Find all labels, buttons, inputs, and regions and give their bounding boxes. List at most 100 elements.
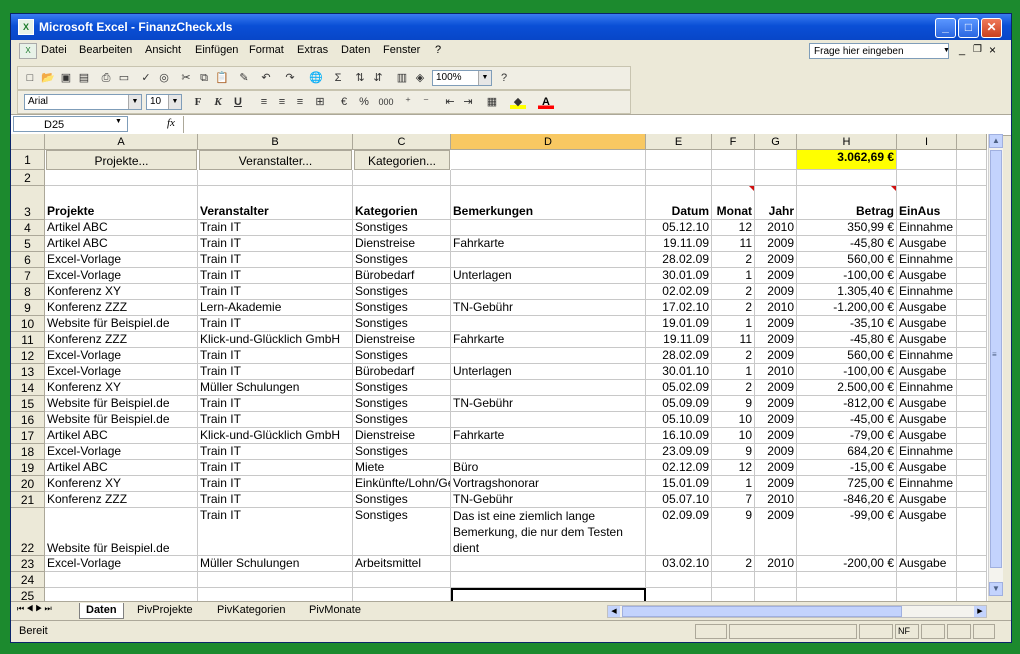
cell-g[interactable]: 2009 [755,268,797,284]
cell-f[interactable]: 12 [712,220,755,236]
cell-c[interactable]: Dienstreise [353,428,451,444]
cell-d[interactable] [451,412,646,428]
cell-i[interactable]: Ausgabe [897,396,957,412]
cell-h[interactable]: 350,99 € [797,220,897,236]
row-header-7[interactable]: 7 [11,268,45,284]
spreadsheet-grid[interactable]: A B C D E F G H I 1 3.062,69 €2 3 Projekte Veranstalt… [11,134,988,606]
veranstalter-button[interactable]: Veranstalter... [199,150,352,170]
cell-h[interactable]: -100,00 € [797,268,897,284]
cell-f[interactable]: 2 [712,556,755,572]
cell-b[interactable]: Train IT [198,252,353,268]
cell-f[interactable]: 1 [712,316,755,332]
cell-c[interactable]: Sonstiges [353,380,451,396]
cell-h[interactable]: 725,00 € [797,476,897,492]
cell-c[interactable]: Arbeitsmittel [353,556,451,572]
cell-d[interactable]: TN-Gebühr [451,492,646,508]
cell[interactable] [957,364,987,380]
cell-i[interactable]: Einnahme [897,348,957,364]
cell-g[interactable]: 2009 [755,236,797,252]
projekte-button[interactable]: Projekte... [46,150,197,170]
cell-f[interactable]: 11 [712,236,755,252]
cell-a[interactable]: Konferenz ZZZ [45,492,198,508]
row-header-20[interactable]: 20 [11,476,45,492]
row-header-24[interactable]: 24 [11,572,45,588]
cell-d[interactable]: Fahrkarte [451,428,646,444]
drawing-icon[interactable]: ◈ [412,71,428,85]
cell[interactable] [957,220,987,236]
cell-i[interactable]: Ausgabe [897,412,957,428]
cell-e[interactable]: 28.02.09 [646,252,712,268]
cell-e[interactable]: 19.01.09 [646,316,712,332]
cell-c[interactable]: Sonstiges [353,348,451,364]
cell[interactable] [957,556,987,572]
cell[interactable] [897,170,957,186]
cell-d[interactable] [451,348,646,364]
decrease-decimal-icon[interactable]: ⁻ [418,95,434,109]
tab-daten[interactable]: Daten [79,603,124,619]
kategorien-button[interactable]: Kategorien... [354,150,450,170]
header-cell[interactable]: EinAus [897,186,957,220]
cell-e[interactable]: 05.09.09 [646,396,712,412]
cell[interactable] [45,170,198,186]
row-header-22[interactable]: 22 [11,508,45,556]
cell-f[interactable]: 1 [712,476,755,492]
cell-d[interactable]: Fahrkarte [451,236,646,252]
cell-g[interactable]: 2009 [755,428,797,444]
cell-c[interactable]: Sonstiges [353,492,451,508]
cell-g[interactable]: 2010 [755,300,797,316]
cell-b[interactable]: Train IT [198,268,353,284]
cell-h[interactable]: -79,00 € [797,428,897,444]
bold-button[interactable]: F [190,95,206,109]
font-select[interactable]: Arial ▼ [24,94,142,110]
cell-d[interactable]: Fahrkarte [451,332,646,348]
header-cell[interactable]: Jahr [755,186,797,220]
cell-f[interactable]: 9 [712,444,755,460]
cell-h[interactable]: -45,00 € [797,412,897,428]
cell-h[interactable]: -812,00 € [797,396,897,412]
row-header-11[interactable]: 11 [11,332,45,348]
cell[interactable] [957,444,987,460]
cell[interactable] [957,316,987,332]
header-cell[interactable]: Kategorien [353,186,451,220]
cell-a[interactable]: Website für Beispiel.de [45,508,198,556]
cell-c[interactable]: Sonstiges [353,316,451,332]
header-cell[interactable]: Projekte [45,186,198,220]
row-header-23[interactable]: 23 [11,556,45,572]
cell[interactable] [957,508,987,556]
cell-f[interactable]: 9 [712,396,755,412]
hscroll-thumb[interactable] [622,606,902,617]
cell-h[interactable]: 560,00 € [797,348,897,364]
help-icon[interactable]: ? [496,71,512,85]
cell[interactable] [957,150,987,170]
cell-f[interactable]: 2 [712,284,755,300]
cell-h[interactable]: -15,00 € [797,460,897,476]
cell-d[interactable]: Unterlagen [451,268,646,284]
borders-icon[interactable]: ▦ [484,95,500,109]
cell-e[interactable]: 19.11.09 [646,236,712,252]
cell-i[interactable]: Einnahme [897,444,957,460]
cell-f[interactable]: 2 [712,348,755,364]
cell-h[interactable]: -45,80 € [797,236,897,252]
column-header-c[interactable]: C [353,134,451,150]
cell-f[interactable]: 11 [712,332,755,348]
cell-g[interactable]: 2009 [755,380,797,396]
cell-i[interactable]: Einnahme [897,252,957,268]
row-header-3[interactable]: 3 [11,186,45,220]
cell-h[interactable]: 2.500,00 € [797,380,897,396]
help-search-input[interactable]: Frage hier eingeben [809,43,949,59]
header-cell[interactable]: Betrag [797,186,897,220]
undo-icon[interactable]: ↶ [258,71,274,85]
cell[interactable] [957,380,987,396]
scroll-right-icon[interactable]: ▶ [974,606,986,617]
chart-wizard-icon[interactable]: ▥ [394,71,410,85]
horizontal-scrollbar[interactable]: ◀ ▶ [607,605,987,618]
name-box[interactable]: D25 [13,116,128,132]
cell-a[interactable]: Excel-Vorlage [45,252,198,268]
cell-h[interactable]: -1.200,00 € [797,300,897,316]
cell-a[interactable]: Artikel ABC [45,428,198,444]
select-all-corner[interactable] [11,134,45,150]
cell-e[interactable]: 03.02.10 [646,556,712,572]
row-header-14[interactable]: 14 [11,380,45,396]
cell-f[interactable]: 2 [712,380,755,396]
cell-d[interactable] [451,220,646,236]
